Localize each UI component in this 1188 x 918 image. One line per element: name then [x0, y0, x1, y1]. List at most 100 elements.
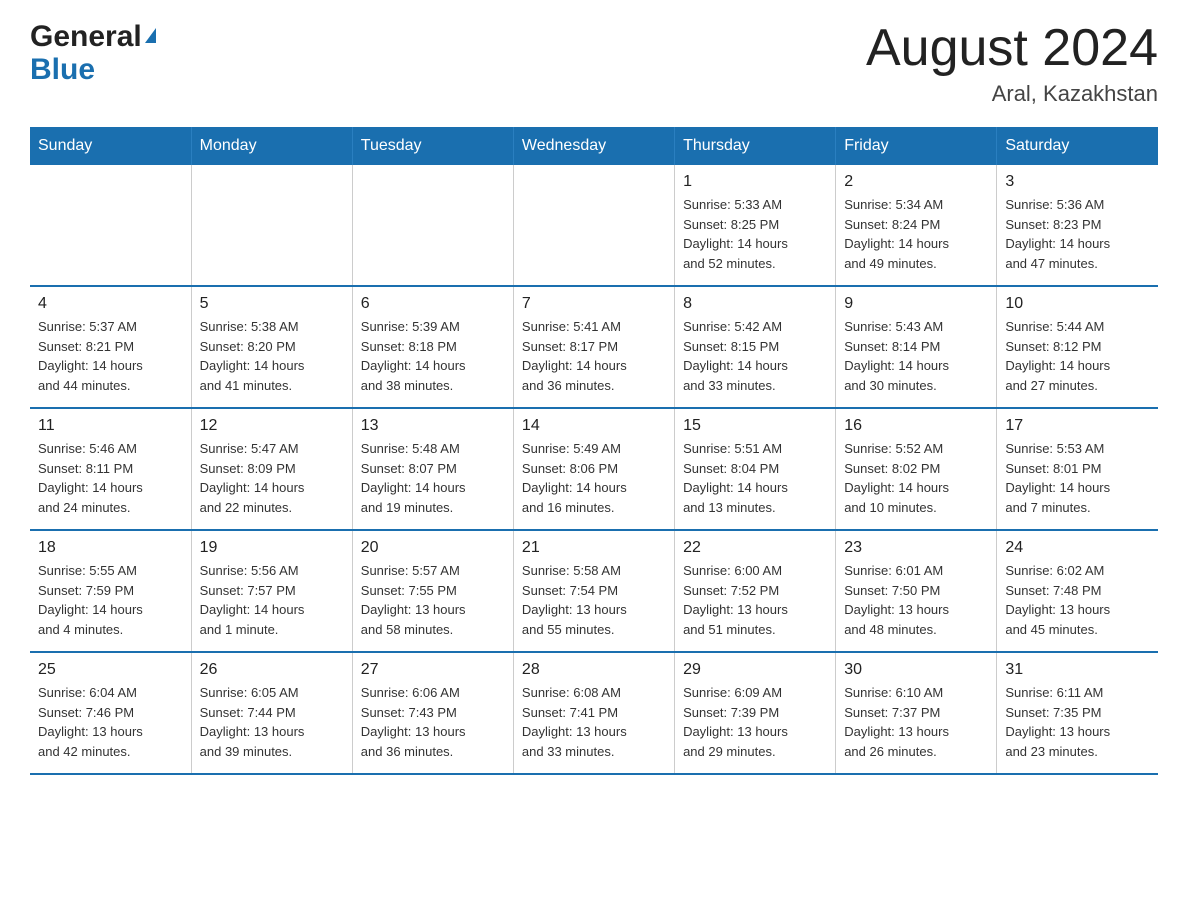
day-number: 19	[200, 539, 344, 557]
calendar-week-1: 1Sunrise: 5:33 AM Sunset: 8:25 PM Daylig…	[30, 165, 1158, 286]
calendar-week-4: 18 Sunrise: 5:55 AM Sunset: 7:59 PM Dayli…	[30, 530, 1158, 652]
day-info: Sunrise: 5:56 AM Sunset: 7:57 PM Dayligh…	[200, 561, 344, 639]
calendar-week-2: 4 Sunrise: 5:37 AM Sunset: 8:21 PM Daylig…	[30, 286, 1158, 408]
calendar-cell: 14Sunrise: 5:49 AM Sunset: 8:06 PM Dayli…	[513, 408, 674, 530]
calendar-cell: 23Sunrise: 6:01 AM Sunset: 7:50 PM Dayli…	[836, 530, 997, 652]
calendar-table: SundayMondayTuesdayWednesdayThursdayFrid…	[30, 127, 1158, 775]
day-number: 15	[683, 417, 827, 435]
day-info: Sunrise: 6:09 AM Sunset: 7:39 PM Dayligh…	[683, 683, 827, 761]
day-number: 24	[1005, 539, 1150, 557]
weekday-header-sunday: Sunday	[30, 127, 191, 165]
day-number: 3	[1005, 173, 1150, 191]
calendar-cell: 9 Sunrise: 5:43 AM Sunset: 8:14 PM Daylig…	[836, 286, 997, 408]
calendar-cell: 5 Sunrise: 5:38 AM Sunset: 8:20 PM Daylig…	[191, 286, 352, 408]
day-info: Sunrise: 5:52 AM Sunset: 8:02 PM Dayligh…	[844, 439, 988, 517]
day-number: 18	[38, 539, 183, 557]
weekday-header-row: SundayMondayTuesdayWednesdayThursdayFrid…	[30, 127, 1158, 165]
day-info: Sunrise: 5:48 AM Sunset: 8:07 PM Dayligh…	[361, 439, 505, 517]
month-title: August 2024	[866, 20, 1158, 77]
day-info: Sunrise: 6:02 AM Sunset: 7:48 PM Dayligh…	[1005, 561, 1150, 639]
calendar-cell: 18 Sunrise: 5:55 AM Sunset: 7:59 PM Dayli…	[30, 530, 191, 652]
calendar-body: 1Sunrise: 5:33 AM Sunset: 8:25 PM Daylig…	[30, 165, 1158, 774]
day-number: 9	[844, 295, 988, 313]
day-info: Sunrise: 5:55 AM Sunset: 7:59 PM Dayligh…	[38, 561, 183, 639]
day-info: Sunrise: 5:37 AM Sunset: 8:21 PM Dayligh…	[38, 317, 183, 395]
calendar-week-3: 11 Sunrise: 5:46 AM Sunset: 8:11 PM Dayli…	[30, 408, 1158, 530]
calendar-cell: 21Sunrise: 5:58 AM Sunset: 7:54 PM Dayli…	[513, 530, 674, 652]
day-info: Sunrise: 5:42 AM Sunset: 8:15 PM Dayligh…	[683, 317, 827, 395]
day-number: 1	[683, 173, 827, 191]
weekday-header-monday: Monday	[191, 127, 352, 165]
day-info: Sunrise: 5:34 AM Sunset: 8:24 PM Dayligh…	[844, 195, 988, 273]
calendar-cell: 3Sunrise: 5:36 AM Sunset: 8:23 PM Daylig…	[997, 165, 1158, 286]
day-number: 6	[361, 295, 505, 313]
day-number: 22	[683, 539, 827, 557]
calendar-cell: 28 Sunrise: 6:08 AM Sunset: 7:41 PM Dayli…	[513, 652, 674, 774]
weekday-header-wednesday: Wednesday	[513, 127, 674, 165]
weekday-header-thursday: Thursday	[675, 127, 836, 165]
calendar-cell: 24 Sunrise: 6:02 AM Sunset: 7:48 PM Dayli…	[997, 530, 1158, 652]
calendar-cell	[513, 165, 674, 286]
day-number: 23	[844, 539, 988, 557]
location-text: Aral, Kazakhstan	[866, 81, 1158, 107]
day-number: 11	[38, 417, 183, 435]
weekday-header-tuesday: Tuesday	[352, 127, 513, 165]
weekday-header-friday: Friday	[836, 127, 997, 165]
day-info: Sunrise: 6:00 AM Sunset: 7:52 PM Dayligh…	[683, 561, 827, 639]
logo-blue-text: Blue	[30, 53, 95, 86]
day-info: Sunrise: 6:10 AM Sunset: 7:37 PM Dayligh…	[844, 683, 988, 761]
day-info: Sunrise: 5:44 AM Sunset: 8:12 PM Dayligh…	[1005, 317, 1150, 395]
day-info: Sunrise: 5:38 AM Sunset: 8:20 PM Dayligh…	[200, 317, 344, 395]
day-info: Sunrise: 6:05 AM Sunset: 7:44 PM Dayligh…	[200, 683, 344, 761]
calendar-cell: 6Sunrise: 5:39 AM Sunset: 8:18 PM Daylig…	[352, 286, 513, 408]
calendar-cell: 12 Sunrise: 5:47 AM Sunset: 8:09 PM Dayli…	[191, 408, 352, 530]
calendar-cell	[352, 165, 513, 286]
day-info: Sunrise: 6:04 AM Sunset: 7:46 PM Dayligh…	[38, 683, 183, 761]
calendar-cell: 16 Sunrise: 5:52 AM Sunset: 8:02 PM Dayli…	[836, 408, 997, 530]
day-number: 8	[683, 295, 827, 313]
calendar-header: SundayMondayTuesdayWednesdayThursdayFrid…	[30, 127, 1158, 165]
day-number: 30	[844, 661, 988, 679]
day-info: Sunrise: 5:57 AM Sunset: 7:55 PM Dayligh…	[361, 561, 505, 639]
day-info: Sunrise: 5:49 AM Sunset: 8:06 PM Dayligh…	[522, 439, 666, 517]
calendar-cell: 31 Sunrise: 6:11 AM Sunset: 7:35 PM Dayli…	[997, 652, 1158, 774]
day-number: 16	[844, 417, 988, 435]
calendar-cell: 13Sunrise: 5:48 AM Sunset: 8:07 PM Dayli…	[352, 408, 513, 530]
day-info: Sunrise: 6:08 AM Sunset: 7:41 PM Dayligh…	[522, 683, 666, 761]
day-info: Sunrise: 5:43 AM Sunset: 8:14 PM Dayligh…	[844, 317, 988, 395]
day-number: 5	[200, 295, 344, 313]
day-number: 10	[1005, 295, 1150, 313]
page-header: General Blue August 2024 Aral, Kazakhsta…	[30, 20, 1158, 107]
day-number: 20	[361, 539, 505, 557]
day-number: 29	[683, 661, 827, 679]
day-number: 12	[200, 417, 344, 435]
day-number: 17	[1005, 417, 1150, 435]
calendar-cell: 30 Sunrise: 6:10 AM Sunset: 7:37 PM Dayli…	[836, 652, 997, 774]
day-info: Sunrise: 5:53 AM Sunset: 8:01 PM Dayligh…	[1005, 439, 1150, 517]
calendar-cell: 10 Sunrise: 5:44 AM Sunset: 8:12 PM Dayli…	[997, 286, 1158, 408]
day-info: Sunrise: 5:47 AM Sunset: 8:09 PM Dayligh…	[200, 439, 344, 517]
calendar-cell: 2Sunrise: 5:34 AM Sunset: 8:24 PM Daylig…	[836, 165, 997, 286]
logo-general-text: General	[30, 20, 142, 53]
day-number: 4	[38, 295, 183, 313]
day-info: Sunrise: 6:06 AM Sunset: 7:43 PM Dayligh…	[361, 683, 505, 761]
day-number: 25	[38, 661, 183, 679]
day-info: Sunrise: 6:11 AM Sunset: 7:35 PM Dayligh…	[1005, 683, 1150, 761]
day-info: Sunrise: 5:51 AM Sunset: 8:04 PM Dayligh…	[683, 439, 827, 517]
calendar-cell: 17 Sunrise: 5:53 AM Sunset: 8:01 PM Dayli…	[997, 408, 1158, 530]
calendar-cell: 11 Sunrise: 5:46 AM Sunset: 8:11 PM Dayli…	[30, 408, 191, 530]
day-info: Sunrise: 5:46 AM Sunset: 8:11 PM Dayligh…	[38, 439, 183, 517]
title-block: August 2024 Aral, Kazakhstan	[866, 20, 1158, 107]
calendar-cell: 19 Sunrise: 5:56 AM Sunset: 7:57 PM Dayli…	[191, 530, 352, 652]
day-number: 31	[1005, 661, 1150, 679]
day-number: 28	[522, 661, 666, 679]
calendar-cell: 25 Sunrise: 6:04 AM Sunset: 7:46 PM Dayli…	[30, 652, 191, 774]
calendar-week-5: 25 Sunrise: 6:04 AM Sunset: 7:46 PM Dayli…	[30, 652, 1158, 774]
calendar-cell: 15 Sunrise: 5:51 AM Sunset: 8:04 PM Dayli…	[675, 408, 836, 530]
calendar-cell: 27Sunrise: 6:06 AM Sunset: 7:43 PM Dayli…	[352, 652, 513, 774]
calendar-cell: 20 Sunrise: 5:57 AM Sunset: 7:55 PM Dayli…	[352, 530, 513, 652]
calendar-cell: 7Sunrise: 5:41 AM Sunset: 8:17 PM Daylig…	[513, 286, 674, 408]
logo: General Blue	[30, 20, 156, 86]
day-number: 7	[522, 295, 666, 313]
calendar-cell	[191, 165, 352, 286]
